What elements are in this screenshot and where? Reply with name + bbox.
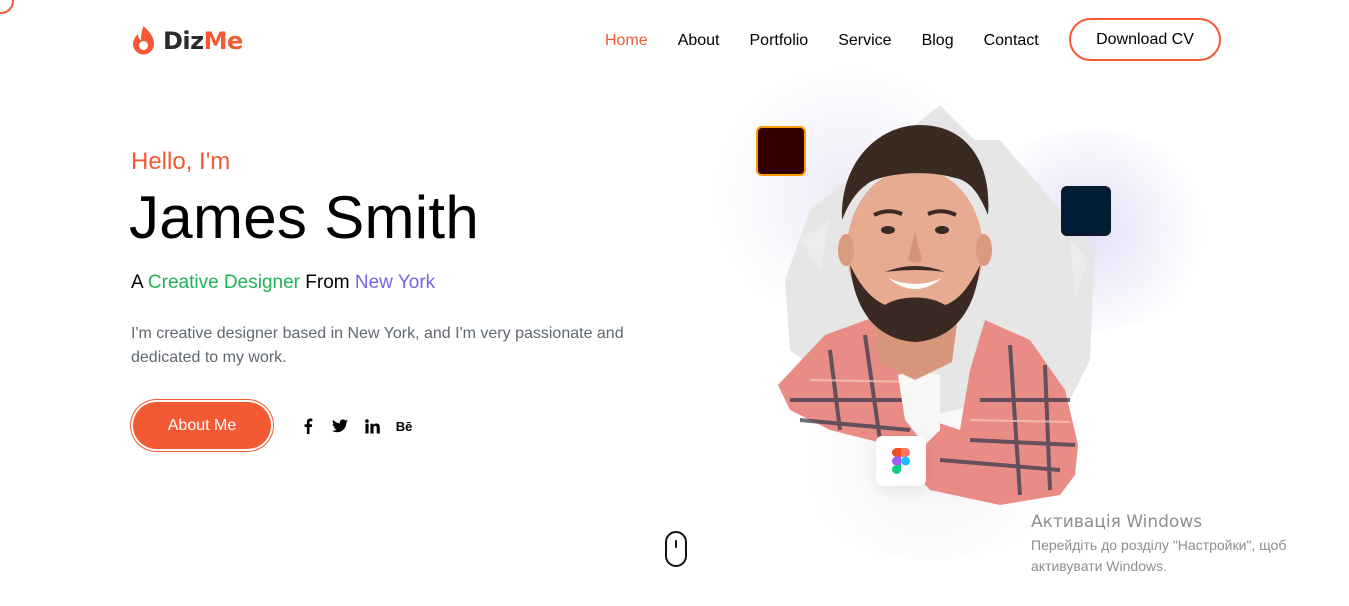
illustrator-badge-icon: Ai (756, 126, 806, 176)
figma-badge-icon (876, 436, 926, 486)
flame-logo-icon (133, 26, 154, 55)
subtitle-city: New York (354, 272, 436, 293)
about-me-button[interactable]: About Me (131, 400, 273, 451)
activation-title: Активація Windows (1031, 512, 1203, 532)
figma-icon (892, 448, 910, 474)
hero-subtitle: A Creative Designer From New York (131, 272, 435, 294)
hero-greeting: Hello, I'm (131, 148, 231, 175)
activation-message: Перейдіть до розділу "Настройки", щоб ак… (1031, 537, 1287, 574)
behance-icon[interactable]: Bē (396, 417, 413, 435)
facebook-icon[interactable] (300, 417, 316, 435)
scroll-down-mouse-icon[interactable] (665, 531, 687, 567)
download-cv-button[interactable]: Download CV (1069, 18, 1221, 61)
nav-item-blog[interactable]: Blog (922, 31, 954, 51)
subtitle-mid: From (305, 272, 350, 293)
brand-name: DizMe (163, 27, 243, 55)
nav-item-home[interactable]: Home (605, 31, 648, 51)
brand-logo[interactable]: DizMe (130, 24, 243, 58)
hero-description: I'm creative designer based in New York,… (131, 325, 624, 366)
nav-item-service[interactable]: Service (838, 31, 891, 51)
main-nav: Home About Portfolio Service Blog Contac… (605, 31, 1039, 51)
nav-item-portfolio[interactable]: Portfolio (750, 31, 809, 51)
nav-item-contact[interactable]: Contact (984, 31, 1039, 51)
hero-name: James Smith (129, 184, 480, 251)
windows-activation-watermark: Активація Windows Перейдіть до розділу "… (1031, 512, 1331, 577)
subtitle-role: Creative Designer (147, 272, 300, 293)
twitter-icon[interactable] (332, 417, 348, 435)
social-links: Bē (300, 417, 412, 435)
linkedin-icon[interactable] (364, 417, 380, 435)
nav-item-about[interactable]: About (678, 31, 720, 51)
subtitle-prefix: A (131, 272, 143, 293)
photoshop-badge-icon: Ps (1061, 186, 1111, 236)
corner-circle-decoration (0, 0, 14, 14)
portrait-image (778, 105, 1095, 505)
